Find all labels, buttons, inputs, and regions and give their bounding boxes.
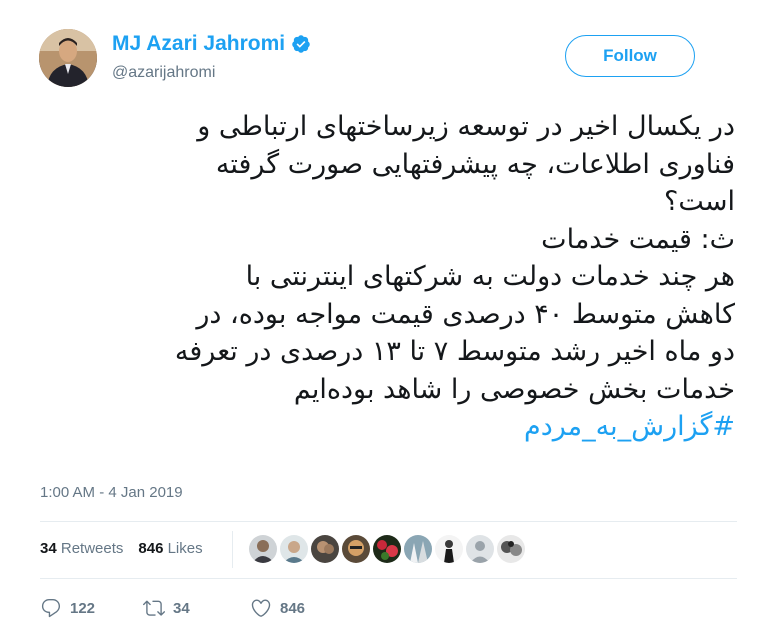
tweet-line: فناوری اطلاعات، چه پیشرفتهایی صورت گرفته xyxy=(215,148,735,180)
stats-separator xyxy=(232,531,233,568)
tweet-actions: 122 34 846 xyxy=(40,597,305,619)
divider xyxy=(40,578,737,579)
retweet-count: 34 xyxy=(173,599,190,617)
liker-avatar[interactable] xyxy=(466,535,494,563)
tweet-line: دو ماه اخیر رشد متوسط ۷ تا ۱۳ درصدی در ت… xyxy=(174,336,735,367)
liker-avatar[interactable] xyxy=(435,535,463,563)
author-display-name[interactable]: MJ Azari Jahromi xyxy=(112,32,285,56)
reply-button[interactable]: 122 xyxy=(40,597,128,619)
tweet-line: کاهش متوسط ۴۰ درصدی قیمت مواجه بوده، در xyxy=(196,298,735,330)
likes-stat[interactable]: 846 Likes xyxy=(138,540,202,557)
like-button[interactable]: 846 xyxy=(250,597,305,619)
tweet-line: خدمات بخش خصوصی را شاهد بوده‌ایم xyxy=(293,373,735,405)
author-name-row[interactable]: MJ Azari Jahromi xyxy=(112,32,311,56)
tweet-timestamp[interactable]: 1:00 AM - 4 Jan 2019 xyxy=(40,484,183,501)
profile-avatar[interactable] xyxy=(39,29,97,87)
tweet-line: هر چند خدمات دولت به شرکتهای اینترنتی با xyxy=(245,261,735,292)
verified-badge-icon xyxy=(292,35,310,53)
liker-avatar[interactable] xyxy=(373,535,401,563)
tweet-line: ث: قیمت خدمات xyxy=(541,223,735,255)
tweet-line: در یکسال اخیر در توسعه زیرساختهای ارتباط… xyxy=(197,111,735,142)
retweets-stat[interactable]: 34 Retweets xyxy=(40,540,123,557)
liker-avatar[interactable] xyxy=(311,535,339,563)
tweet-text: در یکسال اخیر در توسعه زیرساختهای ارتباط… xyxy=(30,108,735,446)
likes-label: Likes xyxy=(167,540,203,557)
reply-icon xyxy=(41,599,61,618)
tweet-stats: 34 Retweets 846 Likes xyxy=(40,540,203,557)
retweet-icon xyxy=(143,600,165,616)
retweets-count: 34 xyxy=(40,540,57,557)
author-handle[interactable]: @azarijahromi xyxy=(112,64,215,82)
like-count: 846 xyxy=(280,599,306,617)
follow-button[interactable]: Follow xyxy=(565,35,695,77)
liker-avatar[interactable] xyxy=(280,535,308,563)
hashtag-link[interactable]: #گزارش_به_مردم xyxy=(524,411,735,442)
tweet-line: است؟ xyxy=(664,186,735,217)
liker-avatar[interactable] xyxy=(404,535,432,563)
liker-avatar[interactable] xyxy=(342,535,370,563)
reply-count: 122 xyxy=(70,599,96,617)
heart-icon xyxy=(251,599,271,617)
retweet-button[interactable]: 34 xyxy=(143,597,240,619)
liker-avatar[interactable] xyxy=(497,535,525,563)
retweets-label: Retweets xyxy=(60,540,124,557)
likes-count: 846 xyxy=(138,540,164,557)
liker-avatars xyxy=(249,535,525,563)
divider xyxy=(40,521,737,522)
liker-avatar[interactable] xyxy=(249,535,277,563)
